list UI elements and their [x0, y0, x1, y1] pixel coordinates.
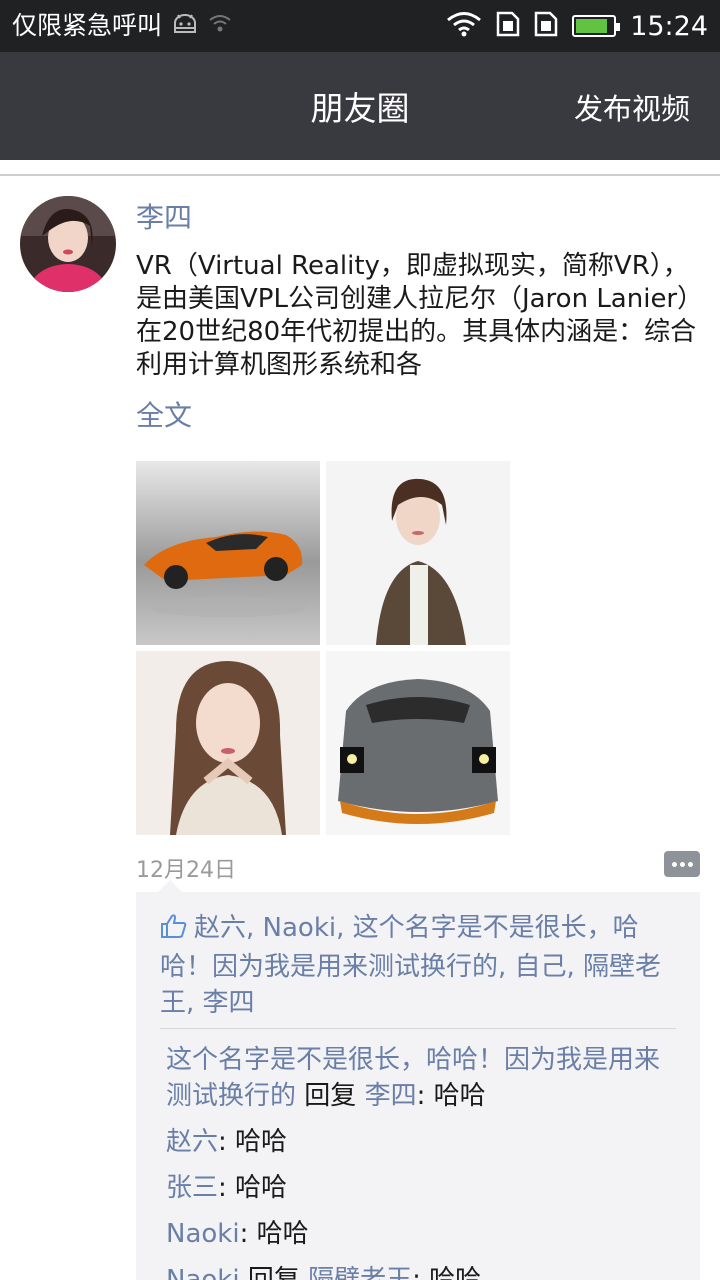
- comment-colon: :: [218, 1173, 236, 1203]
- dot-icon: [671, 861, 677, 867]
- comment-user[interactable]: Naoki: [166, 1219, 240, 1249]
- likes-names[interactable]: 赵六, Naoki, 这个名字是不是很长，哈哈！因为我是用来测试换行的, 自己,…: [160, 913, 661, 1018]
- comment-box-arrow: [158, 880, 182, 892]
- likes-divider: [160, 1028, 676, 1029]
- status-right: 15:24: [446, 8, 708, 44]
- comment-item[interactable]: Naoki: 哈哈: [166, 1216, 676, 1252]
- reply-word: 回复: [247, 1265, 300, 1280]
- more-options-button[interactable]: [664, 851, 700, 877]
- photo-grid: [136, 461, 510, 835]
- post-text: VR（Virtual Reality，即虚拟现实，简称VR），是由美国VPL公司…: [136, 251, 704, 380]
- sim-icon: [534, 11, 558, 41]
- comment-box: 赵六, Naoki, 这个名字是不是很长，哈哈！因为我是用来测试换行的, 自己,…: [136, 892, 700, 1280]
- comment-text: 哈哈: [235, 1127, 288, 1157]
- comment-item[interactable]: 张三: 哈哈: [166, 1170, 676, 1206]
- android-icon: [172, 8, 198, 44]
- comment-text: 哈哈: [429, 1265, 482, 1280]
- gray-sports-car-photo[interactable]: [326, 651, 510, 835]
- comment-colon: :: [218, 1127, 236, 1157]
- sim-icon: [496, 11, 520, 41]
- reply-word: 回复: [304, 1081, 357, 1111]
- header-divider: [0, 174, 720, 176]
- battery-charging-icon: [572, 15, 621, 37]
- status-bar: 仅限紧急呼叫 15:24: [0, 0, 720, 52]
- dot-icon: [679, 861, 685, 867]
- avatar[interactable]: [20, 196, 116, 292]
- comment-list: 这个名字是不是很长，哈哈！因为我是用来测试换行的 回复 李四: 哈哈 赵六: 哈…: [166, 1042, 676, 1280]
- comment-colon: :: [412, 1265, 430, 1280]
- post-date: 12月24日: [136, 858, 236, 883]
- battery-level: [576, 19, 608, 33]
- comment-user[interactable]: 张三: [166, 1173, 218, 1203]
- comment-item[interactable]: Naoki 回复 隔壁老王: 哈哈: [166, 1262, 676, 1280]
- comment-item[interactable]: 赵六: 哈哈: [166, 1124, 676, 1160]
- comment-item[interactable]: 这个名字是不是很长，哈哈！因为我是用来测试换行的 回复 李四: 哈哈: [166, 1042, 676, 1114]
- comment-colon: :: [239, 1219, 257, 1249]
- comment-colon: :: [416, 1081, 434, 1111]
- comment-text: 哈哈: [256, 1219, 309, 1249]
- comment-user[interactable]: Naoki: [166, 1265, 240, 1280]
- status-left: 仅限紧急呼叫: [12, 8, 232, 44]
- woman-closeup-photo[interactable]: [136, 651, 320, 835]
- publish-video-button[interactable]: 发布视频: [574, 86, 690, 128]
- full-text-link[interactable]: 全文: [136, 394, 192, 434]
- app-header: 朋友圈 发布视频: [0, 52, 720, 160]
- dot-icon: [687, 861, 693, 867]
- comment-text: 哈哈: [433, 1081, 486, 1111]
- woman-portrait-photo[interactable]: [326, 461, 510, 645]
- comment-user[interactable]: 赵六: [166, 1127, 218, 1157]
- reply-to-user[interactable]: 李四: [365, 1081, 417, 1111]
- wifi-icon: [446, 11, 482, 41]
- comment-text: 哈哈: [235, 1173, 288, 1203]
- carrier-text: 仅限紧急呼叫: [12, 11, 163, 40]
- avatar-image: [20, 196, 116, 292]
- post-author[interactable]: 李四: [136, 196, 192, 236]
- wifi-weak-icon: [208, 8, 232, 44]
- clock: 15:24: [630, 10, 708, 42]
- orange-sports-car-photo[interactable]: [136, 461, 320, 645]
- thumbs-up-icon: [160, 913, 188, 949]
- reply-to-user[interactable]: 隔壁老王: [308, 1265, 412, 1280]
- likes-list: 赵六, Naoki, 这个名字是不是很长，哈哈！因为我是用来测试换行的, 自己,…: [160, 910, 680, 1021]
